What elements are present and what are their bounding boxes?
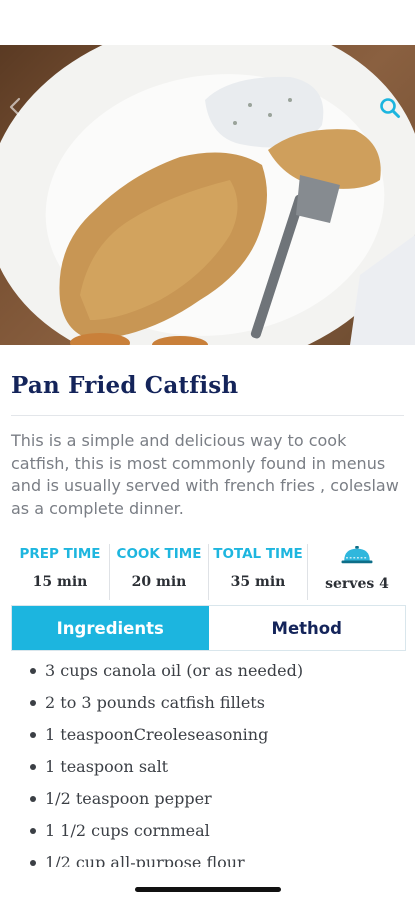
ingredient-text: 1/2 teaspoon pepper [45,789,212,808]
bullet-icon [30,668,36,674]
ingredient-text: 2 to 3 pounds catfish fillets [45,693,265,712]
back-button[interactable] [8,97,36,125]
cook-time-label: COOK TIME [116,546,202,562]
prep-time-value: 15 min [32,574,88,590]
bullet-icon [30,700,36,706]
list-item: 1 teaspoon salt [28,751,398,783]
prep-time-stat: PREP TIME 15 min [11,544,110,600]
recipe-title: Pan Fried Catfish [11,372,239,399]
search-button[interactable] [379,97,409,127]
recipe-tabs: Ingredients Method [11,605,406,651]
recipe-screen: Pan Fried Catfish This is a simple and d… [0,0,415,900]
tab-method[interactable]: Method [208,606,405,650]
serves-stat: serves 4 [308,544,406,600]
total-time-value: 35 min [230,574,286,590]
ingredient-text: 1/2 cup all-purpose flour [45,853,245,867]
bullet-icon [30,732,36,738]
home-indicator[interactable] [135,887,281,892]
total-time-label: TOTAL TIME [213,546,303,562]
recipe-hero-image [0,45,415,345]
ingredient-text: 1 teaspoonCreoleseasoning [45,725,269,744]
title-divider [11,415,404,416]
prep-time-label: PREP TIME [19,546,101,562]
recipe-description: This is a simple and delicious way to co… [11,431,399,518]
list-item: 1/2 teaspoon pepper [28,783,398,815]
list-item: 1 1/2 cups cornmeal [28,815,398,847]
ingredient-text: 1 teaspoon salt [45,757,169,776]
search-icon [380,98,400,118]
total-time-stat: TOTAL TIME 35 min [209,544,308,600]
list-item: 1/2 cup all-purpose flour [28,847,398,867]
ingredients-list: 3 cups canola oil (or as needed) 2 to 3 … [28,655,398,867]
chevron-left-icon [9,97,21,117]
serves-value: serves 4 [325,576,389,592]
list-item: 1 teaspoonCreoleseasoning [28,719,398,751]
bullet-icon [30,860,36,866]
cook-time-value: 20 min [131,574,187,590]
ingredient-text: 3 cups canola oil (or as needed) [45,661,304,680]
list-item: 3 cups canola oil (or as needed) [28,655,398,687]
bullet-icon [30,796,36,802]
list-item: 2 to 3 pounds catfish fillets [28,687,398,719]
bullet-icon [30,828,36,834]
cook-time-stat: COOK TIME 20 min [110,544,209,600]
ingredient-text: 1 1/2 cups cornmeal [45,821,210,840]
tab-ingredients[interactable]: Ingredients [12,606,209,650]
recipe-stats: PREP TIME 15 min COOK TIME 20 min TOTAL … [11,544,406,600]
bullet-icon [30,764,36,770]
cloche-icon [341,546,373,564]
